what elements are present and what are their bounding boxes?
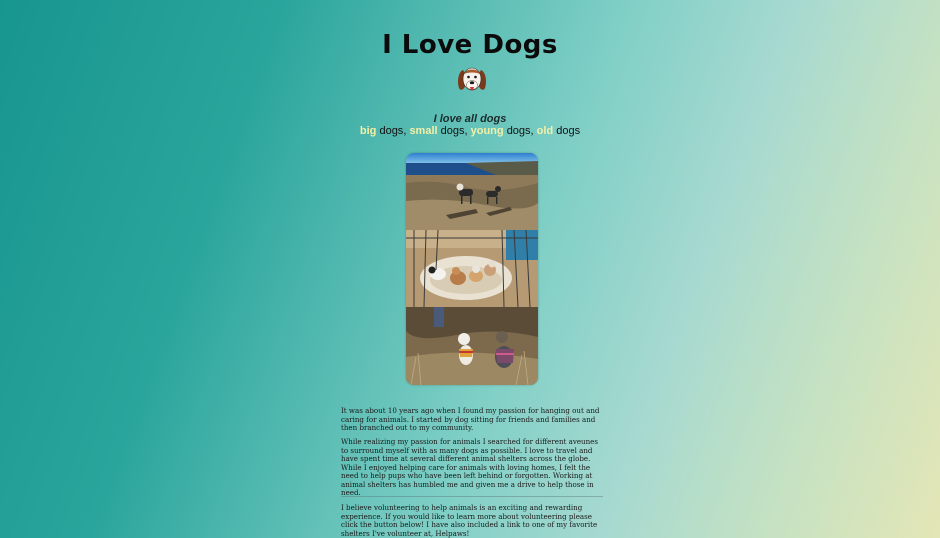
volunteer-paragraph: I believe volunteering to help animals i… xyxy=(341,503,598,538)
page-title: I Love Dogs xyxy=(382,30,558,60)
word-dogs: dogs xyxy=(440,125,465,137)
page: I Love Dogs I love all dogs big dogs, sm… xyxy=(0,0,940,538)
photo-collage xyxy=(406,153,538,385)
section-divider xyxy=(341,496,603,497)
dog-types-line: big dogs, small dogs, young dogs, old do… xyxy=(0,125,940,137)
dogs-on-coastal-cliff-photo xyxy=(406,153,538,230)
word-young: young xyxy=(470,125,504,137)
word-dogs: dogs xyxy=(556,125,581,137)
word-dogs: dogs xyxy=(506,125,531,137)
word-dogs: dogs xyxy=(379,125,404,137)
story-paragraph-1: It was about 10 years ago when I found m… xyxy=(341,406,600,432)
dog-face-icon xyxy=(458,67,486,91)
word-old: old xyxy=(536,125,554,137)
puppies-in-pen-photo xyxy=(406,230,538,307)
tagline: I love all dogs xyxy=(433,113,507,125)
two-dogs-in-sweaters-photo xyxy=(406,307,538,385)
story-paragraph-2: While realizing my passion for animals I… xyxy=(341,437,599,497)
word-big: big xyxy=(359,125,377,137)
word-small: small xyxy=(409,125,438,137)
